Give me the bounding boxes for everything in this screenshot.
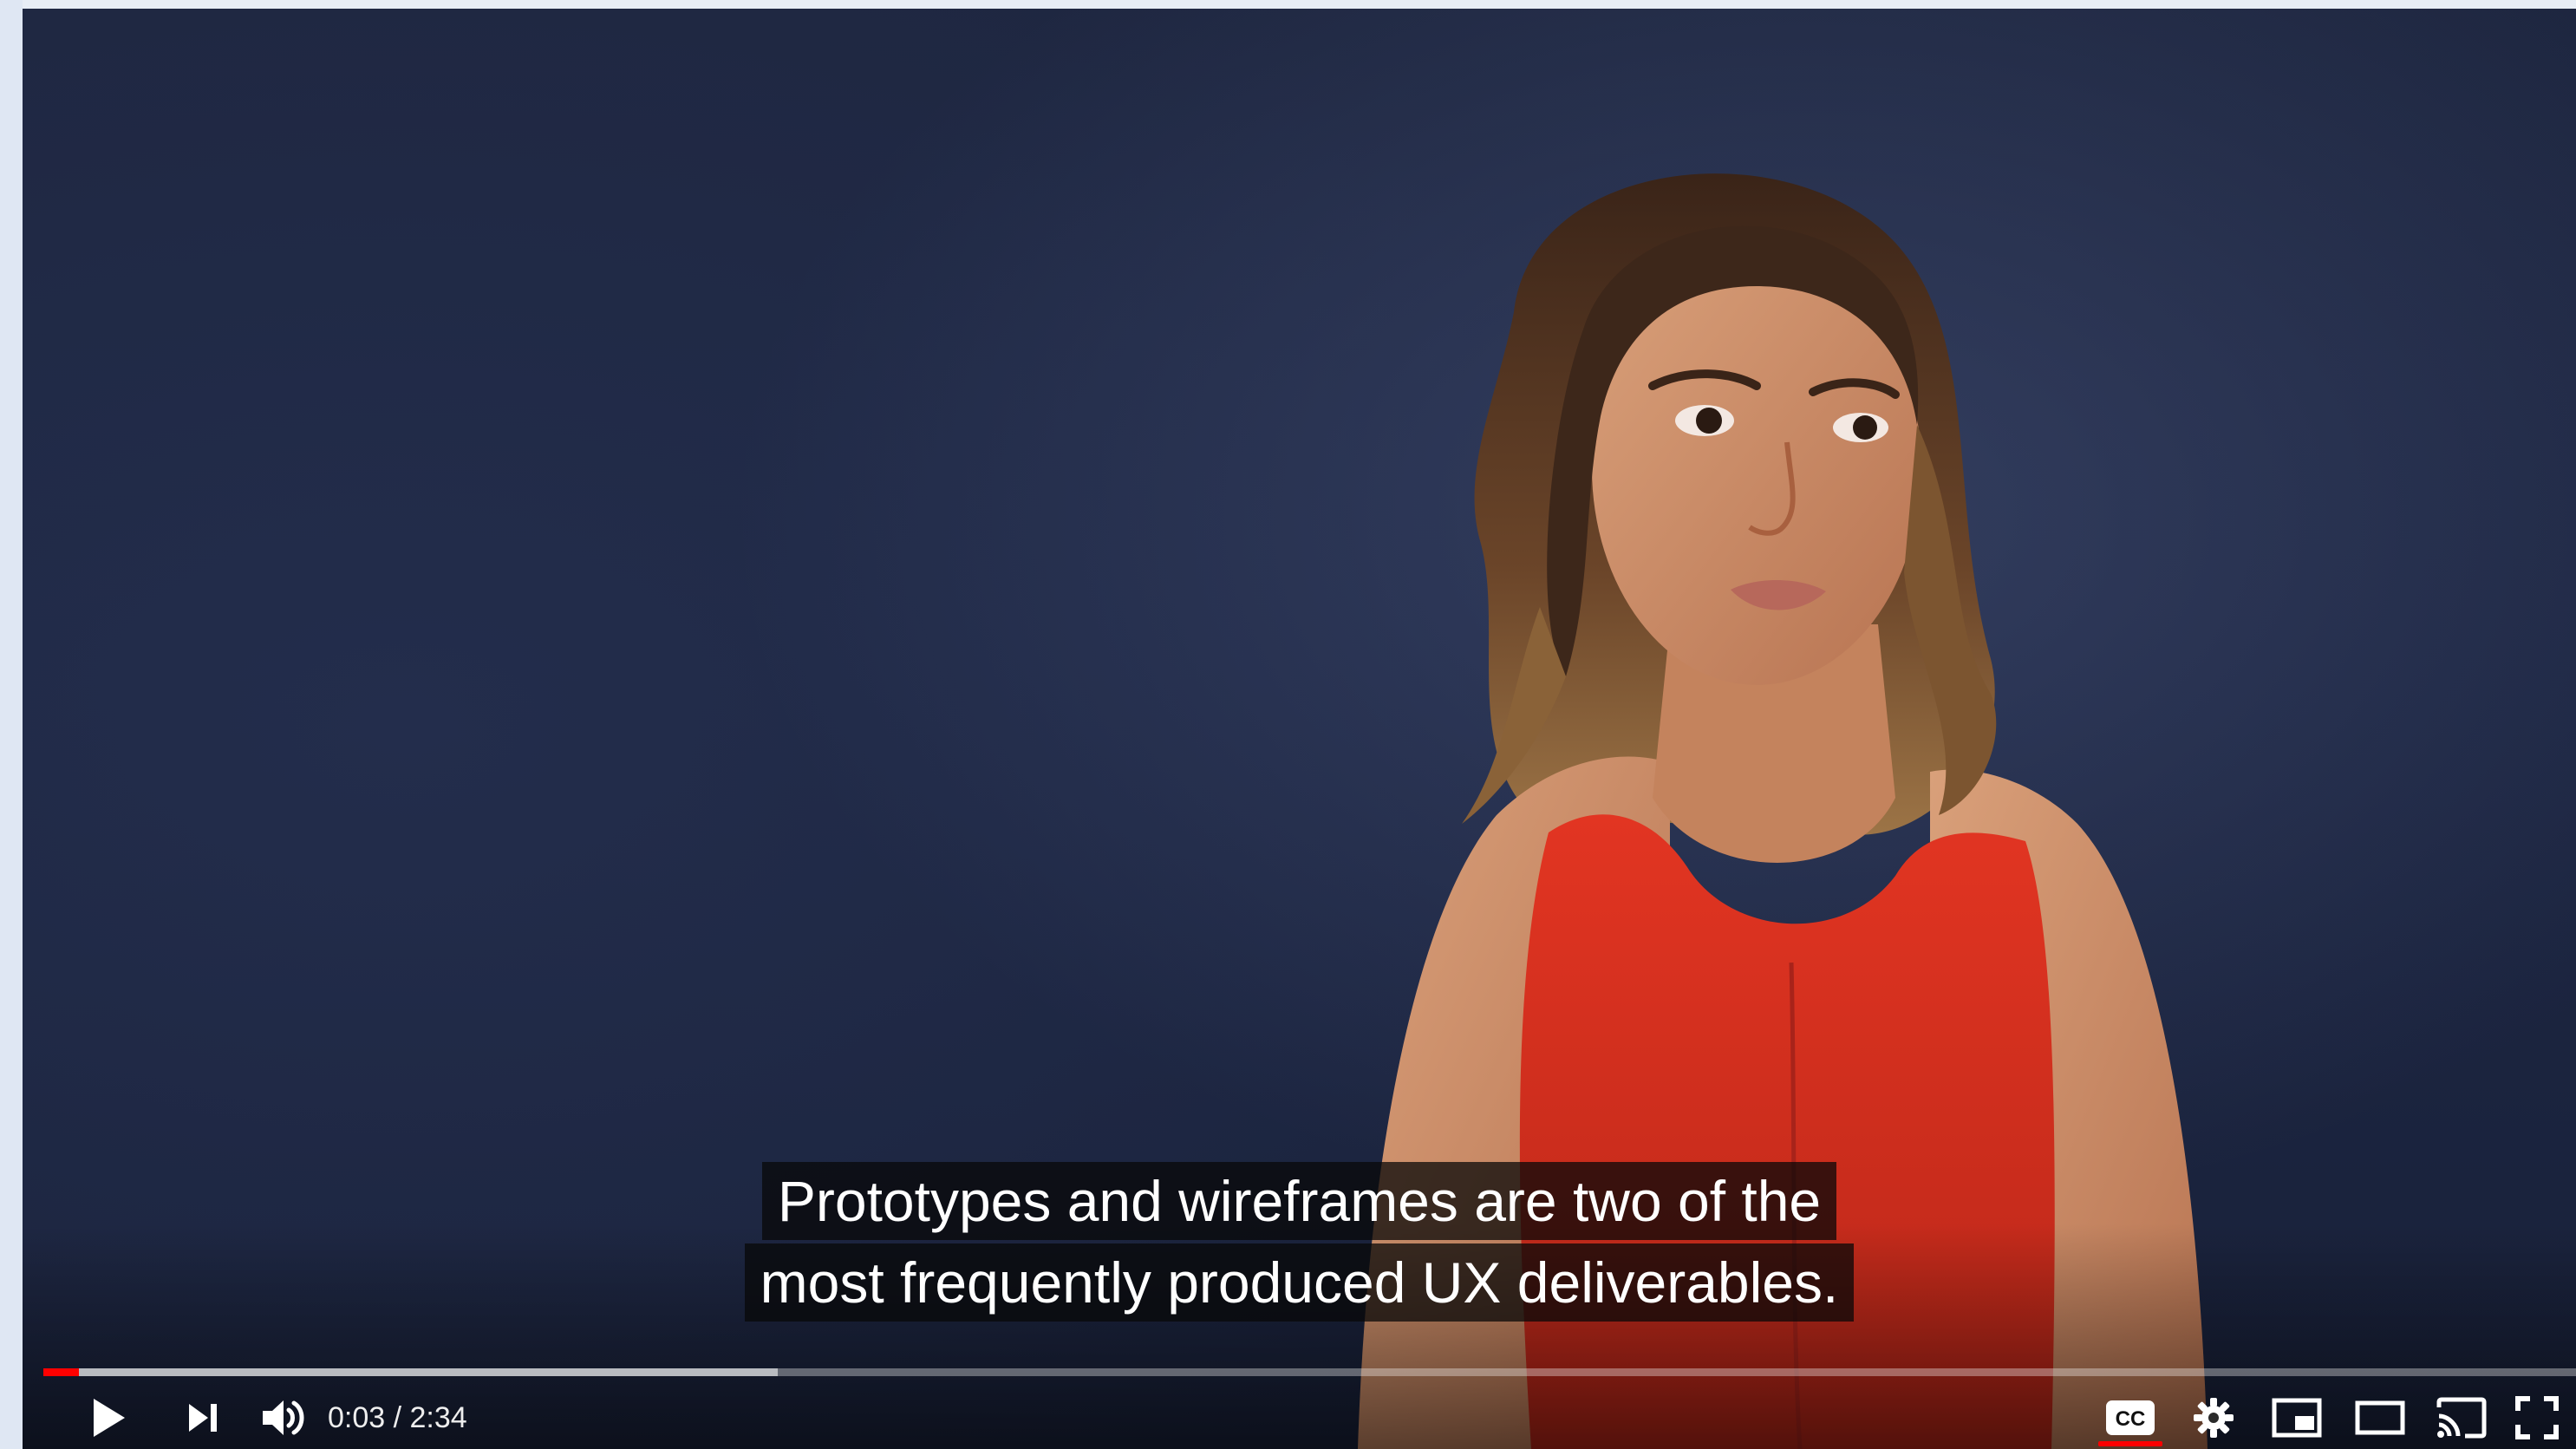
cc-icon: CC — [2106, 1400, 2155, 1435]
play-button[interactable] — [75, 1389, 144, 1446]
page-top-edge — [0, 0, 2576, 9]
caption-line-2: most frequently produced UX deliverables… — [744, 1243, 1855, 1322]
miniplayer-button[interactable] — [2258, 1389, 2336, 1446]
next-button[interactable] — [168, 1389, 238, 1446]
volume-icon — [263, 1400, 304, 1435]
progress-bar[interactable] — [43, 1368, 2576, 1376]
fullscreen-button[interactable] — [2502, 1389, 2572, 1446]
play-icon — [94, 1399, 125, 1437]
gear-icon — [2194, 1398, 2234, 1438]
cast-icon — [2436, 1397, 2487, 1439]
settings-button[interactable] — [2175, 1389, 2253, 1446]
progress-played — [43, 1368, 79, 1376]
time-display: 0:03 / 2:34 — [328, 1401, 467, 1434]
cast-button[interactable] — [2423, 1389, 2501, 1446]
captions-button[interactable]: CC — [2091, 1389, 2169, 1446]
theater-mode-icon — [2355, 1400, 2405, 1435]
caption-window: Prototypes and wireframes are two of the… — [23, 1162, 2576, 1325]
caption-line-1: Prototypes and wireframes are two of the — [761, 1162, 1837, 1240]
theater-mode-button[interactable] — [2341, 1389, 2419, 1446]
volume-button[interactable] — [250, 1389, 319, 1446]
fullscreen-icon — [2515, 1396, 2559, 1439]
player-controls: 0:03 / 2:34 CC — [23, 1389, 2576, 1449]
page-left-edge — [0, 0, 23, 1449]
cc-active-indicator — [2098, 1441, 2162, 1446]
progress-loaded — [43, 1368, 779, 1376]
video-player[interactable]: Prototypes and wireframes are two of the… — [23, 9, 2576, 1449]
next-icon — [189, 1404, 217, 1432]
cc-label: CC — [2116, 1407, 2146, 1431]
miniplayer-icon — [2272, 1398, 2322, 1438]
